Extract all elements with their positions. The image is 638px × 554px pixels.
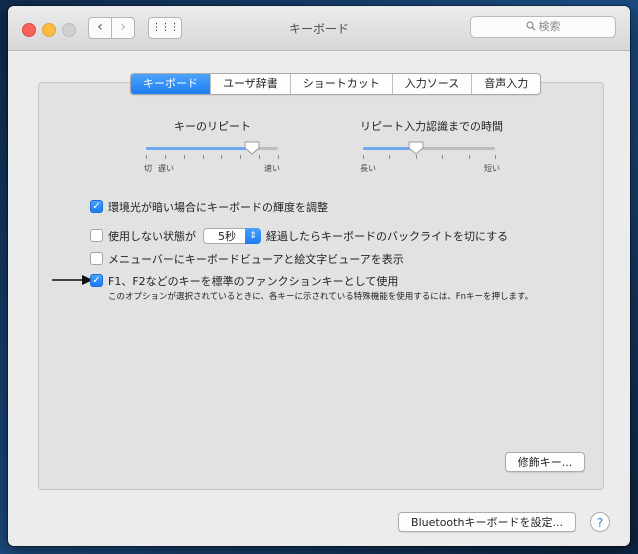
key-repeat-fast-label: 速い — [264, 164, 280, 173]
key-repeat-thumb[interactable] — [244, 141, 260, 155]
repeat-delay-long-label: 長い — [360, 164, 376, 173]
preferences-window: ‹ › ⋮⋮⋮ キーボード 検索 キーボード ユーザ辞書 ショートカット 入力ソ… — [8, 6, 630, 546]
tab-input-sources[interactable]: 入力ソース — [391, 74, 471, 94]
repeat-delay-thumb[interactable] — [408, 141, 424, 155]
tab-dictation[interactable]: 音声入力 — [471, 74, 540, 94]
slider-tick — [363, 155, 364, 159]
slider-tick — [415, 155, 417, 159]
repeat-delay-short-label: 短い — [484, 164, 500, 173]
slider-tick — [468, 155, 470, 159]
slider-tick — [202, 155, 204, 159]
help-button[interactable]: ? — [590, 512, 610, 532]
tab-keyboard[interactable]: キーボード — [131, 74, 210, 94]
search-placeholder: 検索 — [538, 20, 561, 33]
show-viewer-label: メニューバーにキーボードビューアと絵文字ビューアを表示 — [108, 253, 404, 266]
search-icon — [525, 21, 535, 31]
slider-tick — [183, 155, 185, 159]
backlight-off-label-before: 使用しない状態が — [108, 230, 196, 243]
adjust-brightness-checkbox[interactable]: ✓ — [90, 200, 103, 213]
slider-tick — [240, 155, 242, 159]
repeat-delay-track[interactable] — [363, 147, 495, 150]
modifier-keys-button[interactable]: 修飾キー... — [505, 452, 585, 472]
search-field[interactable]: 検索 — [470, 16, 616, 38]
key-repeat-fill — [146, 147, 252, 150]
fn-keys-label: F1、F2などのキーを標準のファンクションキーとして使用 — [108, 275, 399, 288]
slider-tick — [442, 155, 444, 159]
backlight-off-checkbox[interactable] — [90, 229, 103, 242]
chevron-updown-icon: ⇕ — [245, 228, 261, 244]
tab-user-dictionary[interactable]: ユーザ辞書 — [210, 74, 290, 94]
repeat-delay-label: リピート入力認識までの時間 — [360, 120, 503, 133]
backlight-off-label-after: 経過したらキーボードのバックライトを切にする — [266, 230, 509, 243]
key-repeat-off-label: 切 — [144, 164, 152, 173]
backlight-timeout-select[interactable]: 5秒 ⇕ — [203, 228, 261, 244]
slider-tick — [259, 155, 261, 159]
slider-tick — [389, 155, 391, 159]
arrow-right-icon — [52, 275, 93, 285]
slider-tick — [146, 155, 147, 159]
title-bar: ‹ › ⋮⋮⋮ キーボード 検索 — [8, 6, 630, 51]
slider-tick — [221, 155, 223, 159]
key-repeat-slow-label: 遅い — [158, 164, 174, 173]
backlight-timeout-value: 5秒 — [218, 230, 236, 243]
bluetooth-keyboard-setup-button[interactable]: Bluetoothキーボードを設定... — [398, 512, 576, 532]
fn-keys-description: このオプションが選択されているときに、各キーに示されている特殊機能を使用するには… — [108, 292, 534, 302]
fn-keys-checkbox[interactable]: ✓ — [90, 274, 103, 287]
tab-shortcuts[interactable]: ショートカット — [289, 74, 392, 94]
slider-tick — [495, 155, 496, 159]
show-viewer-checkbox[interactable] — [90, 252, 103, 265]
key-repeat-label: キーのリピート — [174, 120, 251, 133]
slider-tick — [278, 155, 279, 159]
slider-tick — [164, 155, 166, 159]
tab-bar: キーボード ユーザ辞書 ショートカット 入力ソース 音声入力 — [130, 73, 542, 95]
adjust-brightness-label: 環境光が暗い場合にキーボードの輝度を調整 — [108, 201, 328, 214]
